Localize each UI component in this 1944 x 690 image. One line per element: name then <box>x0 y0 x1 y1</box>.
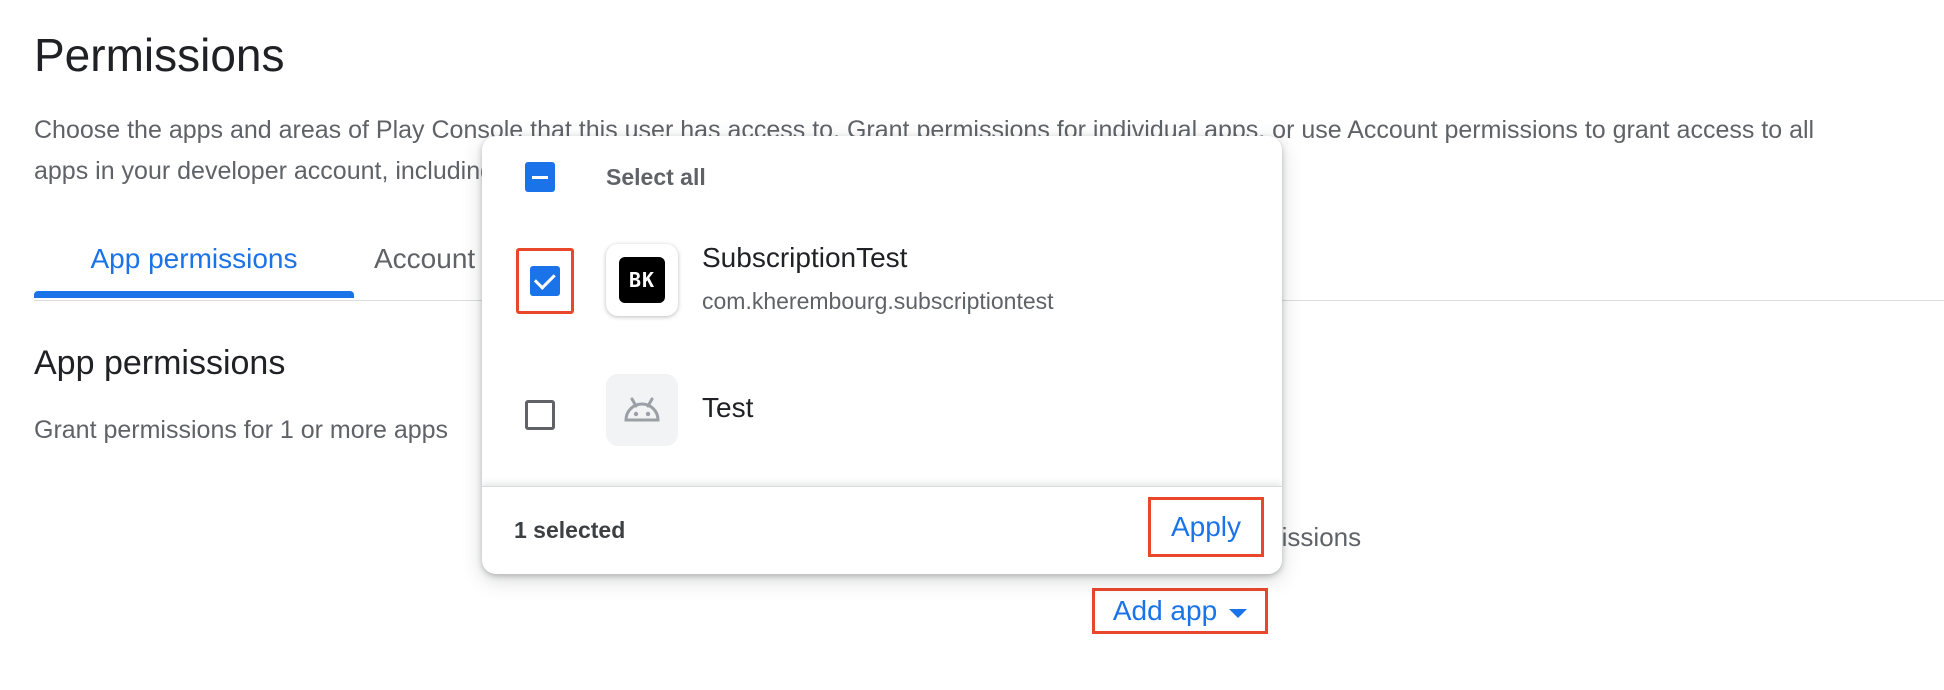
app-name: SubscriptionTest <box>702 242 908 273</box>
add-app-button[interactable]: Add app <box>1092 588 1268 634</box>
selected-count: 1 selected <box>514 517 626 543</box>
app-checkbox-test[interactable] <box>525 400 555 430</box>
select-all-checkbox[interactable] <box>525 162 555 192</box>
dropdown-footer: 1 selected Apply <box>482 486 1282 574</box>
section-title: App permissions <box>34 344 286 382</box>
section-description: Grant permissions for 1 or more apps <box>34 416 449 444</box>
app-checkbox-subscriptiontest[interactable] <box>530 266 560 296</box>
app-icon-test <box>606 374 678 446</box>
select-all-label: Select all <box>606 164 706 190</box>
active-tab-indicator <box>34 291 354 298</box>
tab-app-permissions-label: App permissions <box>90 243 298 274</box>
check-icon <box>533 267 556 290</box>
app-icon-subscriptiontest: BK <box>606 244 678 316</box>
app-option-row[interactable]: Test <box>482 362 1282 482</box>
indeterminate-icon <box>532 175 548 179</box>
select-all-row[interactable]: Select all <box>482 136 1282 232</box>
apply-button[interactable]: Apply <box>1148 497 1264 557</box>
app-package: com.kherembourg.subscriptiontest <box>702 288 1054 314</box>
bk-logo-icon: BK <box>619 257 665 303</box>
android-icon <box>624 397 660 422</box>
app-option-row[interactable]: BK SubscriptionTest com.kherembourg.subs… <box>482 232 1282 362</box>
tab-app-permissions[interactable]: App permissions <box>34 236 354 298</box>
app-name: Test <box>702 392 754 423</box>
add-app-label: Add app <box>1112 595 1218 626</box>
arrow-drop-down-icon <box>1229 608 1248 618</box>
app-select-dropdown: Select all BK SubscriptionTest com.khere… <box>482 136 1282 574</box>
page-title: Permissions <box>34 29 285 81</box>
